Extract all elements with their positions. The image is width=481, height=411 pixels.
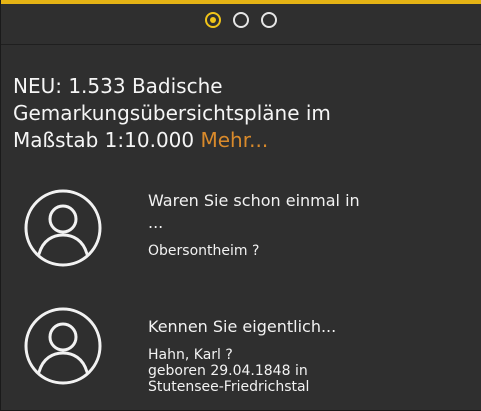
list-item[interactable]: Waren Sie schon einmal in ... Obersonthe… xyxy=(1,182,481,272)
list-item-text: Kennen Sie eigentlich... Hahn, Karl ? ge… xyxy=(148,316,468,395)
list-item[interactable]: Kennen Sie eigentlich... Hahn, Karl ? ge… xyxy=(1,300,481,410)
answer-name[interactable]: Hahn, Karl ? xyxy=(148,347,468,363)
news-headline: NEU: 1.533 Badische Gemarkungsübersichts… xyxy=(13,73,473,154)
headline-line-1: NEU: 1.533 Badische xyxy=(13,74,223,98)
divider xyxy=(1,44,481,45)
news-panel: NEU: 1.533 Badische Gemarkungsübersichts… xyxy=(0,0,481,411)
question-line-1: Kennen Sie eigentlich... xyxy=(148,317,337,336)
carousel-dot-2[interactable] xyxy=(233,12,249,28)
carousel-dot-3[interactable] xyxy=(261,12,277,28)
list-item-text: Waren Sie schon einmal in ... Obersonthe… xyxy=(148,190,468,259)
user-avatar-icon xyxy=(24,189,102,267)
headline-line-2: Gemarkungsübersichtspläne im xyxy=(13,101,331,125)
answer-place[interactable]: Obersontheim ? xyxy=(148,243,468,259)
answer-place: Stutensee-Friedrichstal xyxy=(148,379,310,395)
question-line-1: Waren Sie schon einmal in xyxy=(148,191,360,210)
top-accent-bar xyxy=(1,0,481,4)
more-link[interactable]: Mehr... xyxy=(200,128,268,152)
question-line-2: ... xyxy=(148,213,164,232)
user-avatar-icon xyxy=(24,307,102,385)
carousel-dot-1[interactable] xyxy=(205,12,221,28)
carousel-dots xyxy=(1,12,481,34)
answer-birth: geboren 29.04.1848 in xyxy=(148,363,308,379)
headline-line-3: Maßstab 1:10.000 Mehr... xyxy=(13,127,473,154)
headline-line-3-text: Maßstab 1:10.000 xyxy=(13,128,195,152)
